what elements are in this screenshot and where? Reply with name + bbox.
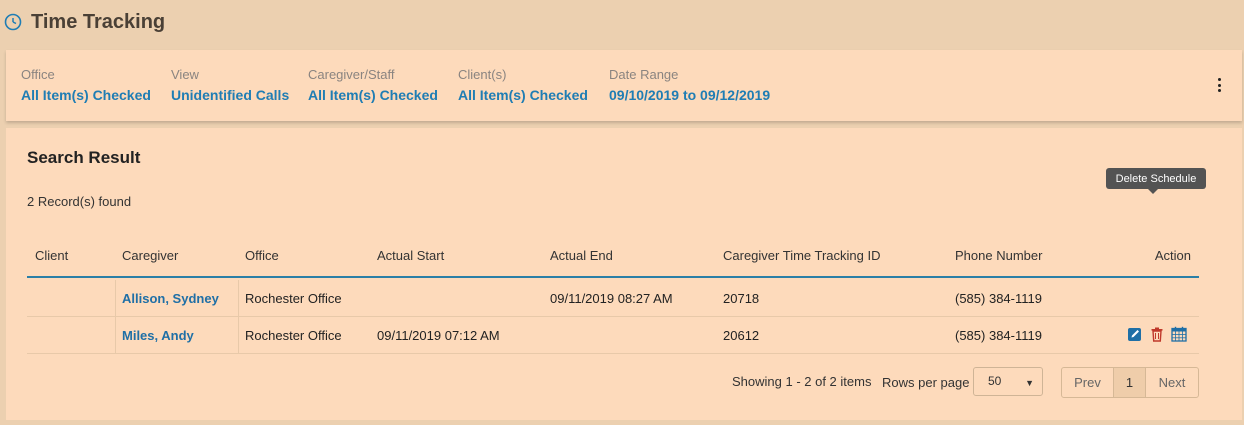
rows-per-page-label: Rows per page <box>882 375 970 390</box>
delete-schedule-tooltip: Delete Schedule <box>1106 168 1206 194</box>
filter-label: Date Range <box>609 67 679 82</box>
record-count: 2 Record(s) found <box>27 194 132 209</box>
pagination: Prev 1 Next <box>1061 367 1199 398</box>
filter-panel: Office All Item(s) Checked View Unidenti… <box>6 50 1242 121</box>
table-row: Allison, Sydney Rochester Office 09/11/2… <box>27 280 1199 317</box>
cell-phone: (585) 384-1119 <box>955 291 1042 306</box>
cell-tracking-id: 20612 <box>723 328 760 343</box>
cell-caregiver-link[interactable]: Allison, Sydney <box>122 291 219 306</box>
filter-clients: Client(s) All Item(s) Checked <box>458 67 588 104</box>
more-options-icon[interactable] <box>1216 78 1222 92</box>
filter-date-range: Date Range 09/10/2019 to 09/12/2019 <box>609 67 770 104</box>
trash-icon[interactable] <box>1149 326 1165 342</box>
filter-caregiver-value[interactable]: All Item(s) Checked <box>308 86 438 104</box>
page-header: Time Tracking <box>0 0 1244 44</box>
column-header-tracking-id[interactable]: Caregiver Time Tracking ID <box>723 248 881 263</box>
filter-label: Client(s) <box>458 67 507 82</box>
cell-tracking-id: 20718 <box>723 291 760 306</box>
filter-view-value[interactable]: Unidentified Calls <box>171 86 289 104</box>
edit-icon[interactable] <box>1127 326 1143 342</box>
filter-clients-value[interactable]: All Item(s) Checked <box>458 86 588 104</box>
filter-view: View Unidentified Calls <box>171 67 289 104</box>
filter-label: Office <box>21 67 55 82</box>
column-header-actual-end[interactable]: Actual End <box>550 248 613 263</box>
cell-phone: (585) 384-1119 <box>955 328 1042 343</box>
column-header-action: Action <box>1154 248 1191 263</box>
cell-caregiver-link[interactable]: Miles, Andy <box>122 328 194 343</box>
calendar-icon[interactable] <box>1171 326 1187 342</box>
table-row: Miles, Andy Rochester Office 09/11/2019 … <box>27 317 1199 354</box>
cell-actual-end: 09/11/2019 08:27 AM <box>550 291 673 306</box>
clock-icon <box>4 13 22 31</box>
next-page-button[interactable]: Next <box>1146 368 1198 397</box>
pagination-info: Showing 1 - 2 of 2 items <box>732 374 872 389</box>
filter-caregiver: Caregiver/Staff All Item(s) Checked <box>308 67 438 104</box>
rows-per-page-select[interactable]: 50 ▼ <box>973 367 1043 396</box>
column-divider <box>238 280 239 354</box>
filter-date-range-value[interactable]: 09/10/2019 to 09/12/2019 <box>609 86 770 104</box>
cell-actual-start: 09/11/2019 07:12 AM <box>377 328 500 343</box>
rows-per-page-value: 50 <box>988 374 1002 388</box>
cell-office: Rochester Office <box>245 291 342 306</box>
page-title: Time Tracking <box>31 10 166 33</box>
prev-page-button[interactable]: Prev <box>1062 368 1113 397</box>
column-header-phone[interactable]: Phone Number <box>955 248 1042 263</box>
column-header-actual-start[interactable]: Actual Start <box>377 248 444 263</box>
row-actions <box>1127 326 1187 342</box>
column-header-client[interactable]: Client <box>35 248 68 263</box>
filter-label: Caregiver/Staff <box>308 67 395 82</box>
caret-down-icon: ▼ <box>1025 378 1034 388</box>
filter-office-value[interactable]: All Item(s) Checked <box>21 86 151 104</box>
filter-label: View <box>171 67 199 82</box>
column-header-office[interactable]: Office <box>245 248 279 263</box>
cell-office: Rochester Office <box>245 328 342 343</box>
results-title: Search Result <box>27 148 141 167</box>
filter-office: Office All Item(s) Checked <box>21 67 151 104</box>
table-header: Client Caregiver Office Actual Start Act… <box>27 238 1199 278</box>
page-number-button[interactable]: 1 <box>1113 368 1146 397</box>
column-header-caregiver[interactable]: Caregiver <box>122 248 178 263</box>
results-panel: Search Result 2 Record(s) found Client C… <box>6 128 1242 420</box>
column-divider <box>115 280 116 354</box>
